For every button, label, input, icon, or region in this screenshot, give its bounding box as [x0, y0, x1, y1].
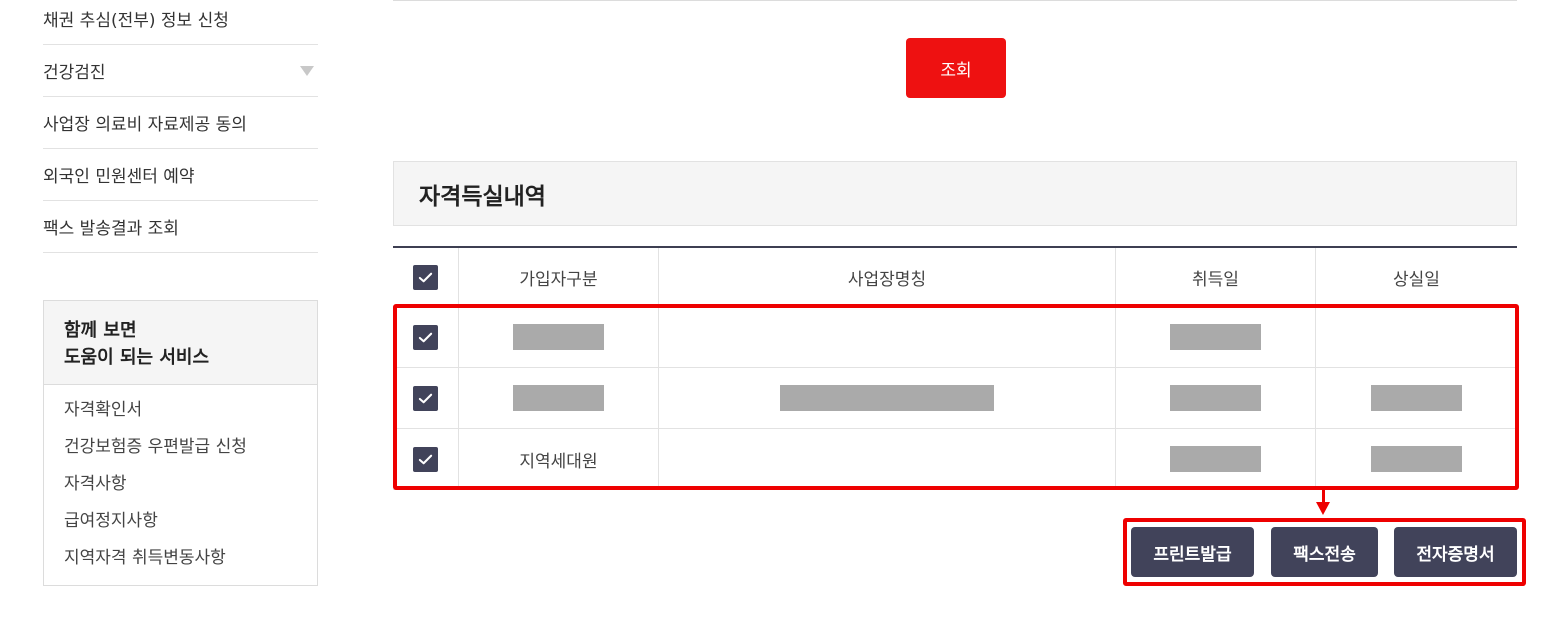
member-type-cell: 지역세대원 — [459, 429, 659, 489]
member-type-cell — [459, 307, 659, 367]
e-certificate-button[interactable]: 전자증명서 — [1394, 527, 1517, 577]
loss-date-cell — [1316, 368, 1517, 428]
qualification-table: 가입자구분 사업장명칭 취득일 상실일 지역세대원 — [393, 246, 1517, 490]
section-title: 자격득실내역 — [393, 161, 1517, 226]
related-link-benefit-suspension[interactable]: 급여정지사항 — [64, 506, 297, 543]
triangle-down-icon — [300, 65, 314, 76]
row-checkbox[interactable] — [413, 446, 438, 472]
redacted-block — [513, 385, 604, 411]
related-link-qualification-certificate[interactable]: 자격확인서 — [64, 395, 297, 432]
header-acquisition-date: 취득일 — [1116, 248, 1316, 306]
loss-date-cell — [1316, 429, 1517, 489]
check-icon — [418, 393, 433, 403]
arrow-head-icon — [1316, 502, 1330, 515]
top-divider — [393, 0, 1517, 1]
check-icon — [418, 272, 433, 282]
workplace-name-cell — [659, 307, 1116, 367]
print-issue-button[interactable]: 프린트발급 — [1131, 527, 1254, 577]
acquisition-date-cell — [1116, 368, 1316, 428]
redacted-block — [1170, 324, 1261, 350]
check-icon — [418, 454, 433, 464]
redacted-block — [780, 385, 994, 411]
row-checkbox[interactable] — [413, 385, 438, 411]
sidebar-item-label: 사업장 의료비 자료제공 동의 — [43, 115, 247, 135]
select-all-checkbox[interactable] — [413, 264, 438, 290]
workplace-name-cell — [659, 368, 1116, 428]
redacted-block — [1371, 446, 1462, 472]
row-checkbox-cell — [393, 368, 459, 428]
table-row — [393, 368, 1517, 429]
sidebar-item-foreigner-center-reservation[interactable]: 외국인 민원센터 예약 — [43, 149, 318, 201]
related-title-line2: 도움이 되는 서비스 — [64, 347, 210, 368]
sidebar-item-health-checkup[interactable]: 건강검진 — [43, 45, 318, 97]
related-services-title: 함께 보면 도움이 되는 서비스 — [44, 301, 317, 385]
check-icon — [418, 332, 433, 342]
related-title-line1: 함께 보면 — [64, 320, 137, 341]
acquisition-date-cell — [1116, 307, 1316, 367]
header-member-type: 가입자구분 — [459, 248, 659, 306]
header-loss-date: 상실일 — [1393, 269, 1440, 290]
workplace-name-cell — [659, 429, 1116, 489]
related-link-qualification-info[interactable]: 자격사항 — [64, 469, 297, 506]
sidebar-item-label: 팩스 발송결과 조회 — [43, 219, 179, 239]
related-services-box: 함께 보면 도움이 되는 서비스 자격확인서 건강보험증 우편발급 신청 자격사… — [43, 300, 318, 586]
loss-date-cell — [1316, 307, 1517, 367]
related-services-list: 자격확인서 건강보험증 우편발급 신청 자격사항 급여정지사항 지역자격 취득변… — [44, 385, 317, 580]
sidebar-item-label: 채권 추심(전부) 정보 신청 — [43, 10, 229, 31]
sidebar-item-fax-result[interactable]: 팩스 발송결과 조회 — [43, 201, 318, 253]
table-row — [393, 307, 1517, 368]
row-checkbox[interactable] — [413, 324, 438, 350]
sidebar-item-label: 외국인 민원센터 예약 — [43, 167, 195, 187]
sidebar-item-debt-collection[interactable]: 채권 추심(전부) 정보 신청 — [43, 0, 318, 45]
related-link-card-mail-request[interactable]: 건강보험증 우편발급 신청 — [64, 432, 297, 469]
table-header-row: 가입자구분 사업장명칭 취득일 상실일 — [393, 248, 1517, 307]
redacted-block — [1170, 385, 1261, 411]
table-row: 지역세대원 — [393, 429, 1517, 490]
acquisition-date-cell — [1116, 429, 1316, 489]
row-checkbox-cell — [393, 307, 459, 367]
sidebar-item-medical-data-consent[interactable]: 사업장 의료비 자료제공 동의 — [43, 97, 318, 149]
header-checkbox-cell — [393, 248, 459, 306]
fax-send-button[interactable]: 팩스전송 — [1271, 527, 1378, 577]
member-type-cell — [459, 368, 659, 428]
header-workplace-name: 사업장명칭 — [659, 248, 1116, 306]
sidebar-item-label: 건강검진 — [43, 63, 106, 83]
sidebar-menu: 채권 추심(전부) 정보 신청 건강검진 사업장 의료비 자료제공 동의 외국인… — [43, 0, 318, 253]
related-link-regional-change[interactable]: 지역자격 취득변동사항 — [64, 543, 297, 580]
redacted-block — [1371, 385, 1462, 411]
search-button[interactable]: 조회 — [906, 38, 1006, 98]
redacted-block — [1170, 446, 1261, 472]
redacted-block — [513, 324, 604, 350]
row-checkbox-cell — [393, 429, 459, 489]
